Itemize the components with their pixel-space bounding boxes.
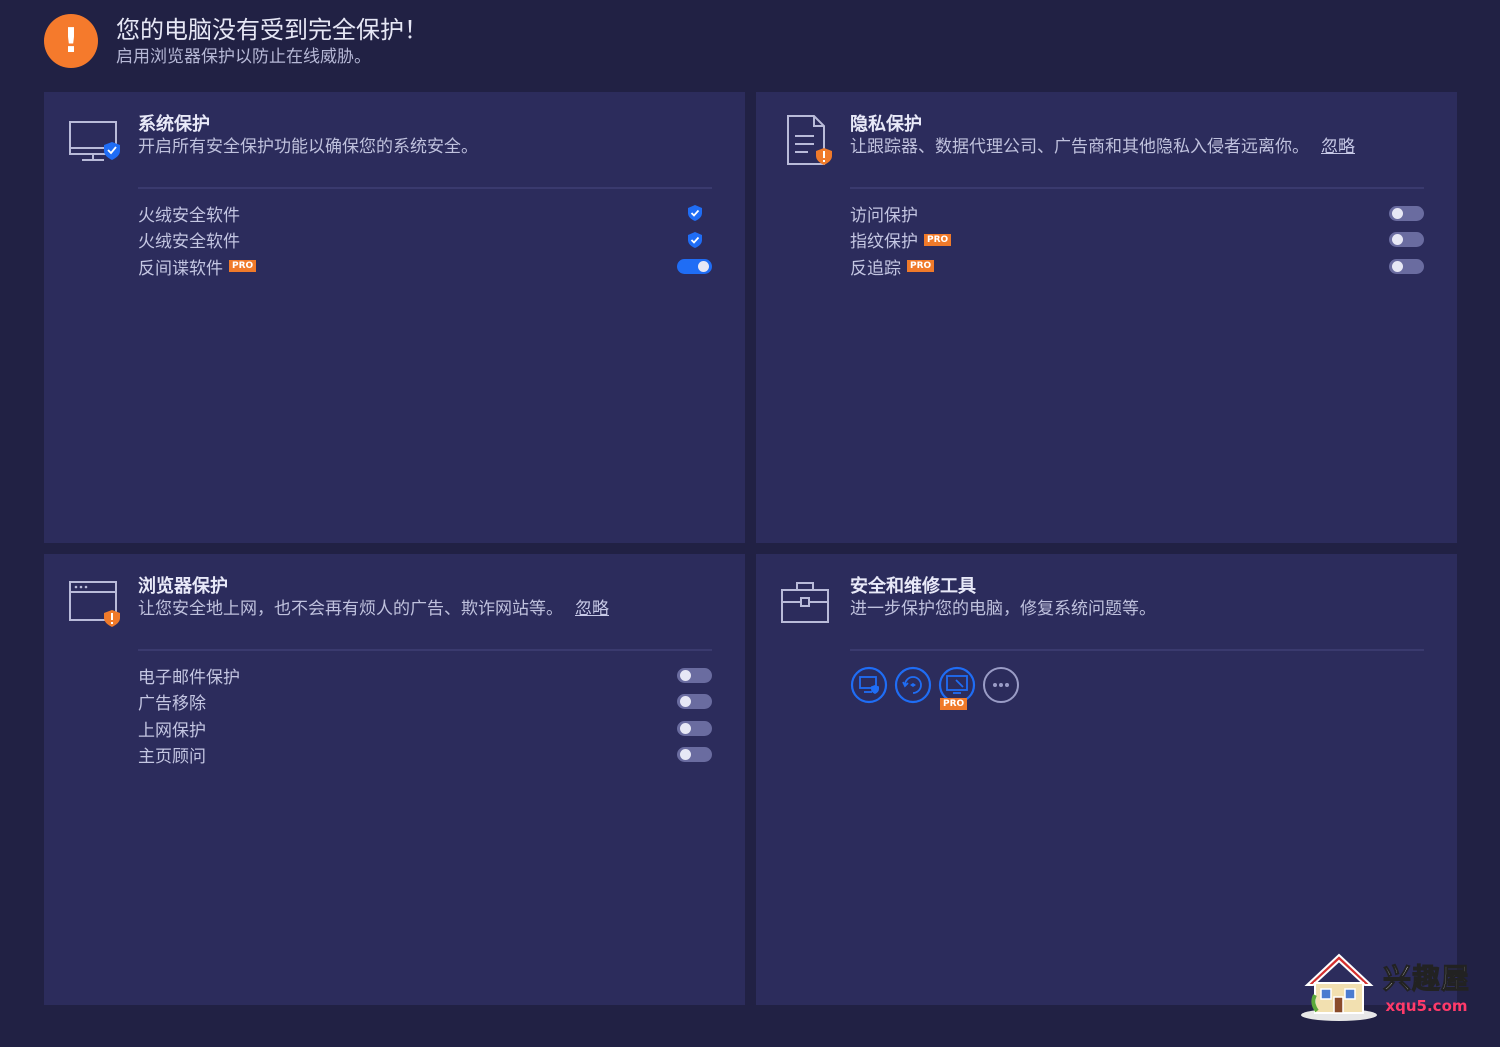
shield-check-icon (688, 205, 702, 222)
ignore-link[interactable]: 忽略 (1321, 137, 1355, 157)
item-label: 主页顾问 (138, 747, 206, 768)
list-item: 火绒安全软件 (138, 227, 712, 254)
panel-description: 进一步保护您的电脑，修复系统问题等。 (850, 599, 1156, 619)
panel-description: 让您安全地上网，也不会再有烦人的广告、欺诈网站等。 (138, 599, 563, 619)
panel-description: 开启所有安全保护功能以确保您的系统安全。 (138, 137, 478, 157)
item-label: 火绒安全软件 (138, 205, 240, 226)
list-item: 火绒安全软件 (138, 200, 712, 227)
pro-badge: PRO (907, 260, 935, 273)
list-item: 上网保护 (138, 715, 712, 742)
alert-subtitle: 启用浏览器保护以防止在线威胁。 (116, 47, 371, 67)
item-label: 反追踪 (850, 258, 901, 279)
anti-tracking-toggle[interactable] (1389, 258, 1424, 274)
pc-shield-icon (850, 666, 888, 704)
system-protection-panel: 系统保护 开启所有安全保护功能以确保您的系统安全。 火绒安全软件 火绒安全软件 … (44, 92, 745, 543)
divider (138, 187, 712, 189)
repair-icon (894, 666, 932, 704)
item-label: 指纹保护 (850, 232, 918, 253)
monitor-shield-icon (68, 114, 124, 168)
more-icon (983, 667, 1019, 703)
house-logo-icon (1300, 953, 1377, 1021)
pro-badge: PRO (229, 260, 257, 273)
ad-removal-toggle[interactable] (677, 694, 712, 710)
repair-button[interactable] (894, 666, 932, 704)
fingerprint-protection-toggle[interactable] (1389, 232, 1424, 248)
list-item: 指纹保护 PRO (850, 227, 1424, 254)
screen-tool-button[interactable]: PRO (938, 666, 976, 710)
browser-window-icon (68, 576, 124, 630)
panel-title: 系统保护 (138, 114, 210, 135)
item-label: 反间谍软件 (138, 258, 223, 279)
panel-title: 安全和维修工具 (850, 576, 976, 597)
shield-check-icon (688, 231, 702, 248)
panel-title: 隐私保护 (850, 114, 922, 135)
divider (850, 187, 1424, 189)
alert-title: 您的电脑没有受到完全保护！ (116, 16, 428, 44)
privacy-protection-panel: 隐私保护 让跟踪器、数据代理公司、广告商和其他隐私入侵者远离你。 忽略 访问保护 … (756, 92, 1457, 543)
item-label: 电子邮件保护 (138, 667, 240, 688)
browser-protection-panel: 浏览器保护 让您安全地上网，也不会再有烦人的广告、欺诈网站等。 忽略 电子邮件保护… (44, 554, 745, 1005)
list-item: 访问保护 (850, 200, 1424, 227)
panel-description: 让跟踪器、数据代理公司、广告商和其他隐私入侵者远离你。 (850, 137, 1309, 157)
web-protection-toggle[interactable] (677, 720, 712, 736)
access-protection-toggle[interactable] (1389, 205, 1424, 221)
list-item: 广告移除 (138, 689, 712, 716)
alert-banner: ! 您的电脑没有受到完全保护！ 启用浏览器保护以防止在线威胁。 (44, 14, 428, 68)
pro-badge: PRO (924, 233, 952, 246)
list-item: 电子邮件保护 (138, 662, 712, 689)
item-label: 广告移除 (138, 694, 206, 715)
anti-spyware-toggle[interactable] (677, 258, 712, 274)
document-alert-icon (780, 114, 836, 168)
list-item: 反追踪 PRO (850, 253, 1424, 280)
divider (138, 649, 712, 651)
list-item: 反间谍软件 PRO (138, 253, 712, 280)
watermark-logo: 兴趣屋 xqu5.com (1299, 949, 1470, 1023)
email-protection-toggle[interactable] (677, 667, 712, 683)
divider (850, 649, 1424, 651)
warning-icon: ! (44, 14, 98, 68)
pro-badge: PRO (940, 698, 968, 710)
item-label: 火绒安全软件 (138, 232, 240, 253)
pc-shield-button[interactable] (850, 666, 888, 704)
list-item: 主页顾问 (138, 742, 712, 769)
watermark-text: 兴趣屋 (1382, 962, 1470, 996)
more-button[interactable] (982, 666, 1020, 704)
panel-title: 浏览器保护 (138, 576, 228, 597)
item-label: 上网保护 (138, 720, 206, 741)
toolbox-icon (780, 576, 836, 630)
item-label: 访问保护 (850, 205, 918, 226)
ignore-link[interactable]: 忽略 (575, 599, 609, 619)
homepage-advisor-toggle[interactable] (677, 747, 712, 763)
security-tools-panel: 安全和维修工具 进一步保护您的电脑，修复系统问题等。 PRO (756, 554, 1457, 1005)
watermark-url: xqu5.com (1385, 997, 1468, 1015)
